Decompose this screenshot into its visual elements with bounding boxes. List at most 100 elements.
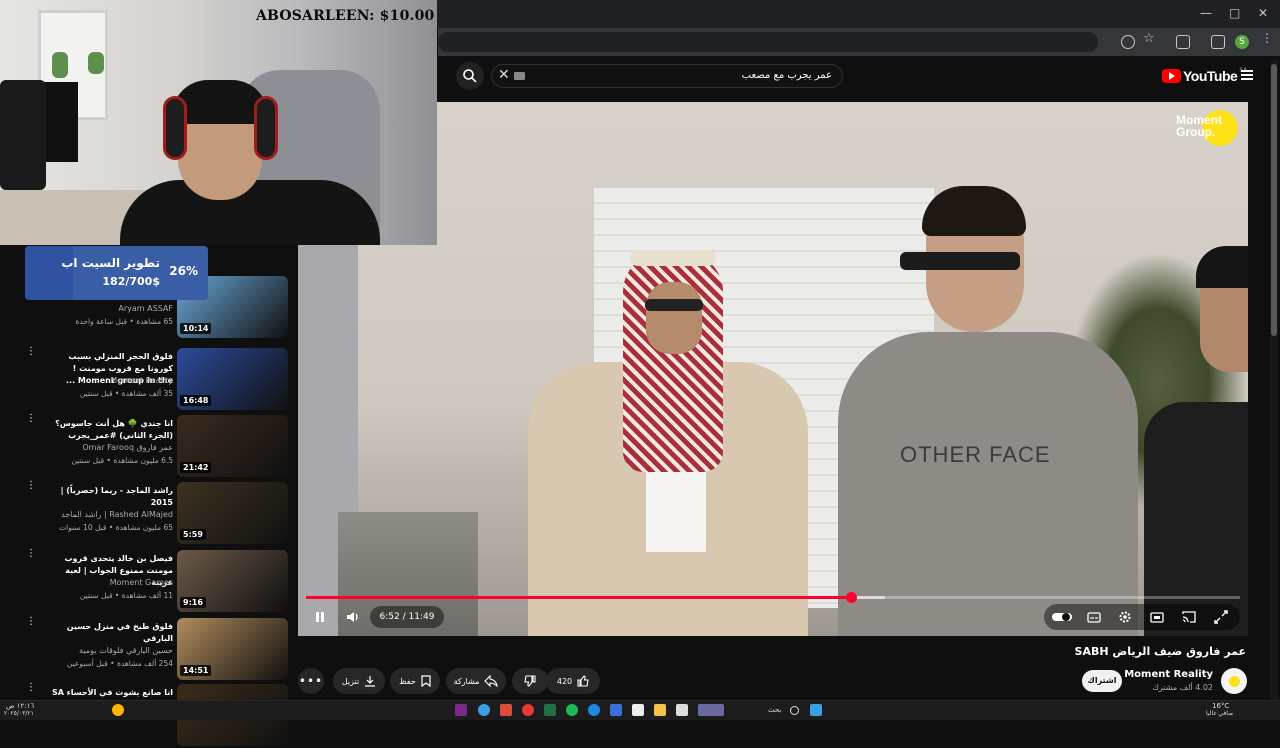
page-scrollbar[interactable]	[1270, 60, 1278, 700]
person-in-grey-shirt: OTHER FACE	[838, 186, 1148, 636]
more-vert-icon[interactable]: ⋮	[26, 549, 36, 564]
pause-icon	[316, 612, 324, 622]
save-button[interactable]: حفظ	[390, 668, 440, 694]
subscribe-button[interactable]: اشتراك	[1082, 670, 1122, 692]
more-vert-icon[interactable]: ⋮	[26, 347, 36, 362]
moment-group-watermark: Moment Group.	[1176, 108, 1240, 148]
progress-scrubber[interactable]	[845, 592, 857, 603]
clock-time: ١٢:١٦ ص	[6, 702, 35, 710]
download-button[interactable]: تنزيل	[333, 668, 385, 694]
recommendation-meta: 254 ألف مشاهدة • قبل أسبوعين	[66, 659, 173, 668]
recommendation-item[interactable]: 14:51 فلوق طبخ في منزل حسين البارقي حسين ا…	[20, 617, 290, 682]
search-highlight-icon[interactable]	[698, 704, 724, 716]
scrollbar-thumb[interactable]	[1271, 64, 1277, 336]
volume-button[interactable]	[341, 606, 365, 628]
recommendation-title[interactable]: راشد الماجد - ريما (حصرياً) | 2015	[48, 485, 173, 509]
recommendation-channel[interactable]: Rashed AlMajed | راشد الماجد	[61, 510, 173, 519]
cast-button[interactable]	[1177, 606, 1201, 628]
more-actions-button[interactable]: •••	[298, 668, 324, 694]
recommendation-channel[interactable]: عمر فاروق Omar Farooq	[82, 443, 173, 452]
channel-name[interactable]: Moment Reality	[1124, 669, 1213, 680]
search-button[interactable]	[456, 62, 484, 90]
recommendation-item[interactable]: 9:16 فيصل بن خالد يتحدى قروب مومنت ممنوع …	[20, 549, 290, 614]
recommendation-title[interactable]: انا جندي 🌳 هل أنت جاسوس؟ (الجزء الثاني) …	[48, 418, 173, 442]
goal-title: تطوير السيت اب	[61, 256, 160, 270]
recommendation-channel[interactable]: حسين البارقي فلوقات يومية	[79, 646, 173, 655]
search-input[interactable]: ✕ عمر يجرب مع مصعب	[491, 64, 843, 88]
taskbar-search-icon[interactable]	[790, 706, 799, 715]
streamer-webcam: ABOSARLEEN: $10.00	[0, 0, 437, 245]
app-icon[interactable]	[500, 704, 512, 716]
app-icon[interactable]	[610, 704, 622, 716]
share-button[interactable]: مشاركة	[446, 668, 506, 694]
exit-fullscreen-icon	[1214, 610, 1228, 624]
channel-avatar[interactable]	[1221, 668, 1247, 694]
bookmark-star-icon[interactable]: ☆	[1143, 31, 1157, 46]
minimize-icon[interactable]: —	[1200, 6, 1212, 20]
pause-button[interactable]	[308, 606, 332, 628]
recommendation-title[interactable]: فلوق طبخ في منزل حسين البارقي	[48, 621, 173, 645]
more-vert-icon[interactable]: ⋮	[26, 617, 36, 632]
close-window-icon[interactable]: ✕	[1258, 6, 1268, 20]
channel-info[interactable]: Moment Reality 4.02 ألف مشترك	[1120, 667, 1220, 697]
profile-avatar[interactable]: S	[1235, 35, 1249, 49]
obs-app-icon[interactable]	[455, 704, 467, 716]
like-count: 420	[556, 676, 573, 686]
bookmark-icon	[421, 675, 431, 687]
keyboard-icon[interactable]	[514, 72, 525, 80]
video-progress-bar[interactable]	[306, 592, 1240, 603]
excel-app-icon[interactable]	[544, 704, 556, 716]
more-vert-icon[interactable]: ⋮	[26, 414, 36, 429]
taskbar-search-label[interactable]: بحث	[768, 706, 781, 714]
miniplayer-icon	[1150, 611, 1164, 623]
guide-menu-icon[interactable]	[1241, 70, 1253, 80]
clear-search-icon[interactable]: ✕	[498, 67, 510, 83]
webcam-jacket	[0, 80, 46, 190]
spotify-app-icon[interactable]	[566, 704, 578, 716]
video-player[interactable]: OTHER FACE	[298, 102, 1248, 636]
download-icon	[365, 676, 376, 687]
chrome-app-icon[interactable]	[478, 704, 490, 716]
maximize-icon[interactable]: □	[1229, 6, 1240, 20]
settings-button[interactable]	[1113, 606, 1137, 628]
donation-goal-widget: تطوير السيت اب 182/700$ 26%	[25, 246, 208, 300]
file-explorer-icon[interactable]	[654, 704, 666, 716]
recommendation-title[interactable]: انا صانع بشوت في الأحساء SA	[48, 687, 173, 699]
reading-list-icon[interactable]	[1211, 35, 1225, 49]
youtube-play-icon	[1162, 69, 1181, 83]
weather-label: صافي غالبا	[1206, 710, 1234, 717]
more-vert-icon[interactable]: ⋮	[26, 481, 36, 496]
fullscreen-button[interactable]	[1209, 606, 1233, 628]
webcam-plant	[88, 52, 104, 74]
browser-menu-icon[interactable]: ⋮	[1261, 31, 1275, 45]
subtitles-icon	[1087, 611, 1101, 623]
headphones-icon	[163, 96, 187, 160]
subscriber-count: 4.02 ألف مشترك	[1152, 683, 1213, 692]
browser-toolbar: ☆ S ⋮	[438, 28, 1280, 56]
dislike-button[interactable]	[512, 668, 548, 694]
recommendation-channel[interactable]: Aryam ASSAF	[118, 304, 173, 313]
app-icon[interactable]	[676, 704, 688, 716]
recommendation-item[interactable]: 21:42 انا جندي 🌳 هل أنت جاسوس؟ (الجزء الث…	[20, 414, 290, 479]
gear-icon	[1119, 611, 1131, 623]
recommendation-channel[interactable]: Moment Games	[110, 578, 173, 587]
address-bar[interactable]	[438, 32, 1098, 52]
subtitles-button[interactable]	[1082, 606, 1106, 628]
cast-icon[interactable]	[1121, 35, 1135, 49]
recommendation-item[interactable]: 16:48 فلوق الحجر المنزلي بسبب كورونا مع ق…	[20, 347, 290, 412]
more-horizontal-icon: •••	[298, 674, 324, 688]
app-icon[interactable]	[632, 704, 644, 716]
app-icon[interactable]	[112, 704, 124, 716]
app-icon[interactable]	[522, 704, 534, 716]
recommendation-channel[interactable]: Moment Reality	[110, 376, 173, 385]
youtube-logo[interactable]: YouTube SA	[1162, 67, 1247, 84]
start-icon[interactable]	[810, 704, 822, 716]
extensions-icon[interactable]	[1176, 35, 1190, 49]
edge-app-icon[interactable]	[588, 704, 600, 716]
recommendation-meta: 6.5 مليون مشاهدة • قبل سنتين	[71, 456, 173, 465]
autoplay-toggle[interactable]	[1050, 606, 1074, 628]
more-vert-icon[interactable]: ⋮	[26, 683, 36, 698]
like-button[interactable]: 420	[546, 668, 600, 694]
recommendation-item[interactable]: 5:59 راشد الماجد - ريما (حصرياً) | 2015 Ra…	[20, 481, 290, 546]
miniplayer-button[interactable]	[1145, 606, 1169, 628]
